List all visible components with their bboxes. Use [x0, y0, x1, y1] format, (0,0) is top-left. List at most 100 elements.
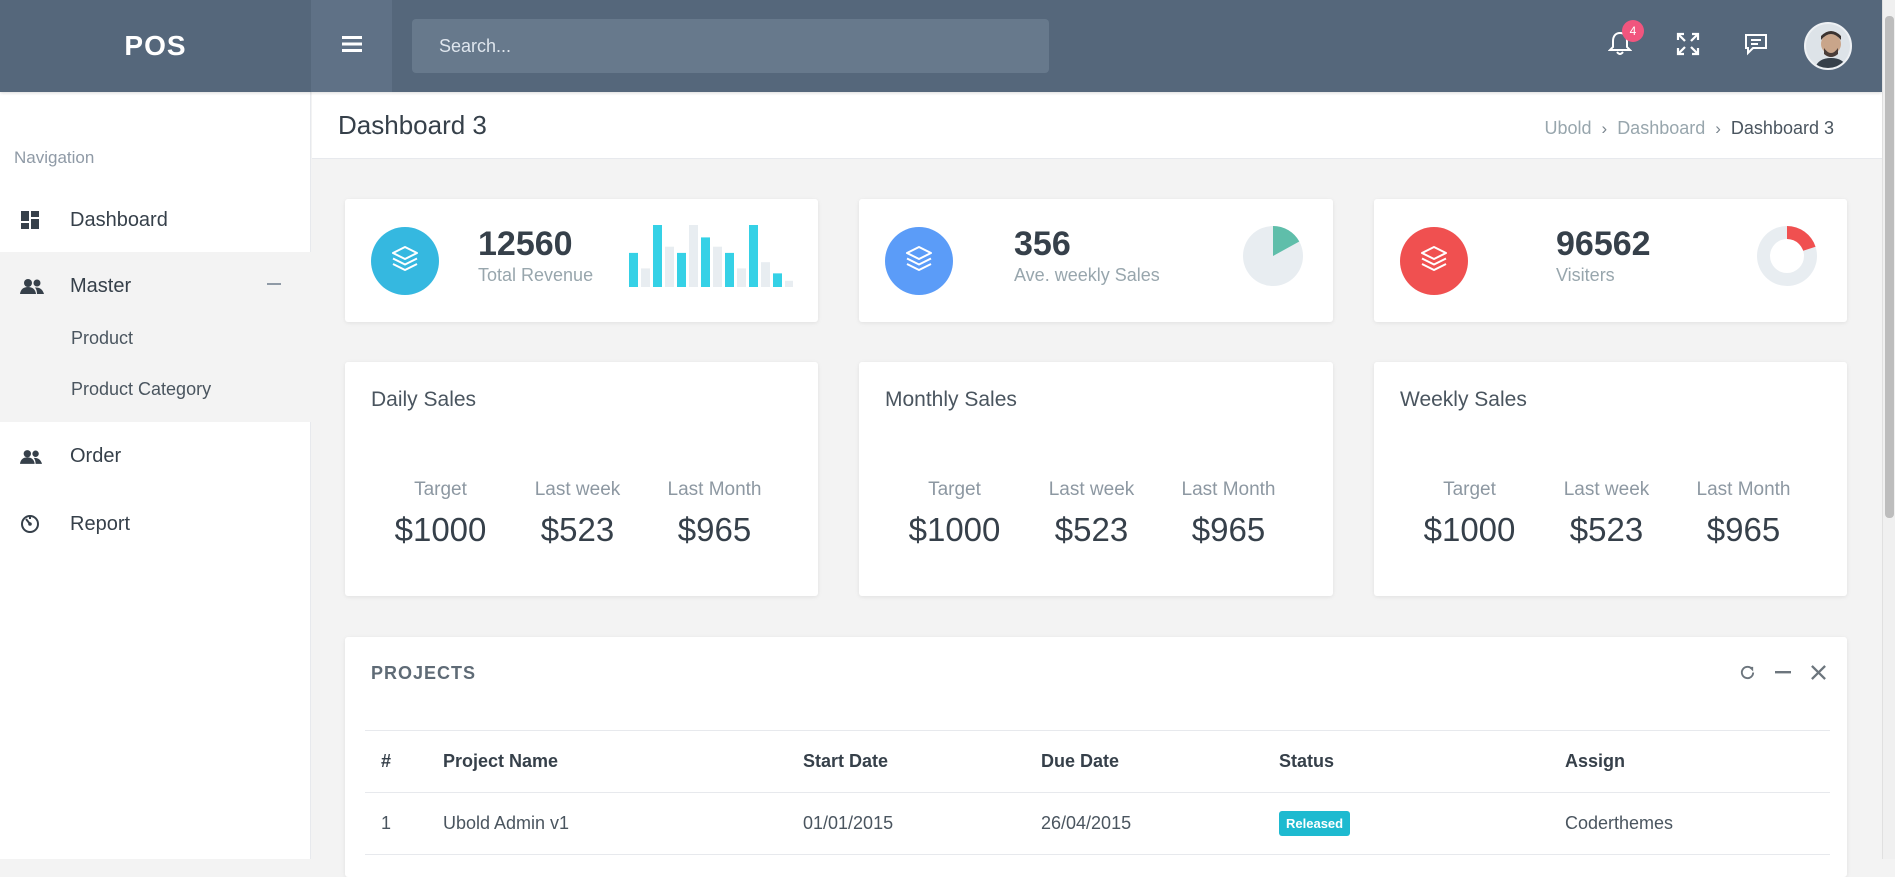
refresh-icon[interactable]: [1739, 664, 1756, 681]
sidebar-subitem-product[interactable]: Product: [71, 328, 133, 349]
fullscreen-icon: [1675, 31, 1701, 62]
sidebar-subitem-product-category[interactable]: Product Category: [71, 379, 211, 400]
sparkline-chart: [629, 225, 793, 287]
sidebar-item-master[interactable]: Master: [0, 252, 311, 320]
page-scrollbar[interactable]: [1882, 0, 1895, 859]
sparkline-bar: [773, 273, 782, 287]
card-title: Monthly Sales: [885, 388, 1017, 411]
metric-value: $1000: [394, 511, 487, 548]
chevron-right-icon: ›: [1715, 118, 1721, 138]
metric-target: Target $1000: [372, 479, 509, 549]
sidebar-item-order[interactable]: Order: [0, 422, 311, 490]
donut-hole: [1770, 239, 1804, 273]
users-icon: [0, 278, 70, 294]
sales-card-weekly: Weekly Sales Target $1000 Last week $523 L…: [1374, 362, 1847, 596]
nav-title: Navigation: [14, 148, 95, 167]
search-box: [412, 19, 1049, 73]
card-title: Weekly Sales: [1400, 388, 1527, 411]
sparkline-bg-bar: [641, 268, 650, 287]
col-header-due-date: Due Date: [1041, 730, 1279, 793]
cell-num: 1: [365, 792, 443, 855]
stat-value: 12560: [478, 225, 573, 263]
metric-last-month: Last Month $965: [646, 479, 783, 549]
top-icons: 4: [1586, 0, 1882, 92]
fullscreen-button[interactable]: [1654, 0, 1722, 92]
stat-label: Visiters: [1556, 265, 1615, 285]
metric-label: Target: [928, 479, 981, 500]
metric-label: Last week: [1563, 479, 1650, 500]
menu-icon: [341, 35, 362, 58]
metric-value: $523: [1569, 511, 1644, 548]
sparkline-bar: [701, 237, 710, 287]
cell-status: Released: [1279, 792, 1565, 855]
sparkline-bar: [629, 252, 638, 287]
stat-card-revenue: 12560 Total Revenue: [345, 199, 818, 322]
metric-value: $965: [1191, 511, 1266, 548]
cell-start-date: 01/01/2015: [803, 792, 1041, 855]
metric-label: Target: [1443, 479, 1496, 500]
users-icon: [0, 449, 70, 464]
card-title: Daily Sales: [371, 388, 477, 411]
collapse-icon[interactable]: [267, 283, 281, 285]
sparkline-bar: [677, 252, 686, 287]
weekly-sales-pie: [1243, 226, 1303, 286]
scrollbar-thumb[interactable]: [1885, 16, 1894, 518]
sidebar-item-dashboard[interactable]: Dashboard: [0, 186, 311, 254]
stat-label: Total Revenue: [478, 265, 594, 285]
stat-value: 356: [1014, 225, 1071, 263]
sidebar-item-label: Dashboard: [70, 208, 168, 231]
cell-project-name: Ubold Admin v1: [443, 792, 803, 855]
layers-icon: [1419, 244, 1449, 279]
sparkline-bg-bar: [785, 280, 793, 287]
metric-value: $965: [677, 511, 752, 548]
sidebar-item-report[interactable]: Report: [0, 490, 311, 558]
sparkline-bar: [653, 225, 662, 287]
visiters-donut: [1757, 226, 1817, 286]
stat-icon-circle: [1400, 227, 1468, 295]
main-content: Dashboard 3 Ubold › Dashboard › Dashboar…: [312, 92, 1882, 877]
stat-value: 96562: [1556, 225, 1651, 263]
page-title: Dashboard 3: [338, 110, 487, 140]
logo[interactable]: POS: [0, 0, 311, 92]
cell-due-date: 26/04/2015: [1041, 792, 1279, 855]
menu-toggle-button[interactable]: [311, 0, 392, 92]
sparkline-bg-bar: [761, 262, 770, 287]
breadcrumb-ubold[interactable]: Ubold: [1544, 118, 1591, 139]
chevron-right-icon: ›: [1601, 118, 1608, 138]
metric-label: Last week: [534, 479, 621, 500]
metric-value: $1000: [908, 511, 1001, 548]
submenu-master: Product Product Category: [0, 320, 311, 422]
metric-label: Last Month: [1696, 479, 1791, 500]
search-input[interactable]: [439, 35, 1049, 57]
sales-card-monthly: Monthly Sales Target $1000 Last week $523 …: [859, 362, 1333, 596]
col-header-num: #: [365, 730, 443, 793]
avatar[interactable]: [1804, 22, 1852, 70]
sales-card-daily: Daily Sales Target $1000 Last week $523 La…: [345, 362, 818, 596]
metric-target: Target $1000: [1401, 479, 1538, 549]
table-row[interactable]: 1 Ubold Admin v1 01/01/2015 26/04/2015 R…: [365, 792, 1830, 855]
sparkline-bg-bar: [665, 246, 674, 287]
chat-button[interactable]: [1722, 0, 1790, 92]
metric-label: Last Month: [1181, 479, 1276, 500]
breadcrumb-dashboard[interactable]: Dashboard: [1617, 118, 1705, 139]
sparkline-bar: [749, 225, 758, 287]
sparkline-bg-bar: [713, 246, 722, 287]
stat-card-weekly-sales: 356 Ave. weekly Sales: [859, 199, 1333, 322]
stat-card-visiters: 96562 Visiters: [1374, 199, 1847, 322]
cell-assign: Coderthemes: [1565, 792, 1830, 855]
page-header: Dashboard 3 Ubold › Dashboard › Dashboar…: [312, 92, 1882, 159]
sidebar-item-label: Report: [70, 512, 131, 535]
metric-last-week: Last week $523: [1538, 479, 1675, 549]
metric-last-week: Last week $523: [1023, 479, 1160, 549]
close-icon[interactable]: [1810, 664, 1827, 681]
col-header-start-date: Start Date: [803, 730, 1041, 793]
metric-label: Target: [414, 479, 467, 500]
breadcrumb: Ubold › Dashboard › Dashboard 3: [1544, 118, 1834, 139]
notification-button[interactable]: 4: [1586, 0, 1654, 92]
minimize-icon[interactable]: [1774, 663, 1792, 681]
sidebar-item-label: Order: [70, 444, 122, 467]
stat-label: Ave. weekly Sales: [1014, 265, 1160, 285]
col-header-assign: Assign: [1565, 730, 1830, 793]
status-badge: Released: [1279, 811, 1351, 836]
sidebar: Navigation Dashboard Master Product Prod…: [0, 92, 311, 859]
